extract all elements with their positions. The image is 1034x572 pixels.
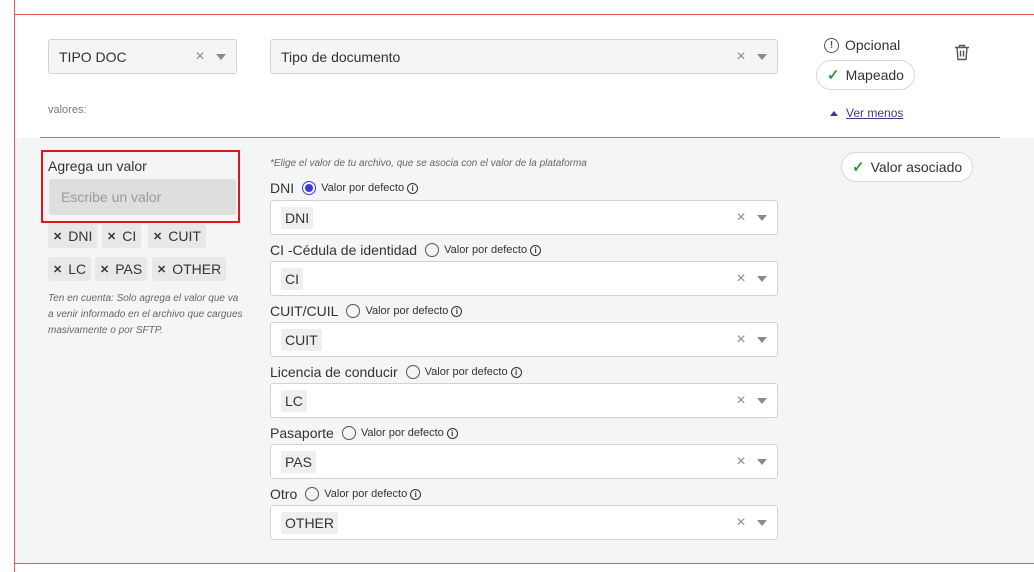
- optional-label: Opcional: [845, 37, 901, 53]
- selected-value: CI: [281, 267, 303, 290]
- see-less-link[interactable]: Ver menos: [830, 106, 903, 120]
- value-tag-label: DNI: [68, 228, 93, 244]
- file-value-select[interactable]: LC ×: [270, 383, 778, 418]
- platform-field-select[interactable]: Tipo de documento ×: [270, 39, 778, 74]
- chevron-down-icon[interactable]: [757, 336, 767, 343]
- close-icon[interactable]: ×: [731, 514, 751, 532]
- value-tag-label: LC: [68, 261, 87, 277]
- info-icon[interactable]: i: [410, 488, 422, 500]
- value-tag[interactable]: ✕ CI: [102, 224, 142, 248]
- close-icon[interactable]: ×: [731, 453, 751, 471]
- close-icon[interactable]: ✕: [157, 263, 166, 276]
- close-icon[interactable]: ×: [731, 331, 751, 349]
- default-radio[interactable]: [302, 181, 317, 195]
- default-radio[interactable]: [305, 487, 320, 501]
- platform-value-label: DNI: [270, 180, 295, 196]
- selected-value: OTHER: [281, 511, 338, 534]
- file-field-value: TIPO DOC: [59, 48, 127, 65]
- card-top-border: [14, 14, 1034, 15]
- default-radio[interactable]: [425, 243, 440, 257]
- info-icon[interactable]: i: [451, 305, 463, 317]
- chevron-down-icon[interactable]: [757, 397, 767, 404]
- close-icon[interactable]: ×: [731, 270, 751, 288]
- close-icon[interactable]: ×: [731, 209, 751, 227]
- default-radio[interactable]: [346, 304, 361, 318]
- file-value-select[interactable]: CUIT ×: [270, 322, 778, 357]
- value-tag[interactable]: ✕ CUIT: [148, 224, 206, 248]
- selected-value: LC: [281, 389, 307, 412]
- value-tag[interactable]: ✕ OTHER: [152, 257, 227, 281]
- chevron-down-icon[interactable]: [216, 53, 226, 60]
- close-icon[interactable]: ✕: [53, 230, 62, 243]
- association-row-label: Licencia de conducir Valor por defecto i: [270, 364, 522, 380]
- exclamation-circle-icon: !: [824, 37, 839, 53]
- association-instruction: *Elige el valor de tu archivo, que se as…: [270, 158, 587, 169]
- default-radio[interactable]: [405, 365, 420, 379]
- value-tag[interactable]: ✕ PAS: [95, 257, 148, 281]
- association-row-label: CUIT/CUIL Valor por defecto i: [270, 303, 463, 319]
- close-icon[interactable]: ✕: [153, 230, 162, 243]
- chevron-down-icon[interactable]: [757, 519, 767, 526]
- selected-value: CUIT: [281, 328, 322, 351]
- association-row-label: Pasaporte Valor por defecto i: [270, 425, 458, 441]
- chevron-down-icon[interactable]: [757, 458, 767, 465]
- info-icon[interactable]: i: [510, 366, 522, 378]
- info-icon[interactable]: i: [407, 182, 419, 194]
- value-tag-label: CI: [122, 228, 137, 244]
- value-tag-label: PAS: [115, 261, 143, 277]
- platform-value-label: Pasaporte: [270, 425, 334, 441]
- association-row-label: CI -Cédula de identidad Valor por defect…: [270, 242, 542, 258]
- add-value-note: Ten en cuenta: Solo agrega el valor que …: [48, 293, 243, 336]
- platform-value-label: CI -Cédula de identidad: [270, 242, 418, 258]
- card-bottom-border: [14, 563, 1034, 564]
- platform-value-label: Licencia de conducir: [270, 364, 398, 380]
- close-icon[interactable]: ×: [190, 48, 210, 66]
- file-value-select[interactable]: OTHER ×: [270, 505, 778, 540]
- check-icon: ✓: [827, 67, 840, 84]
- selected-value: PAS: [281, 450, 316, 473]
- default-label: Valor por defecto: [321, 182, 405, 194]
- associated-value-label: Valor asociado: [870, 159, 963, 175]
- mapped-badge: ✓ Mapeado: [816, 60, 915, 90]
- close-icon[interactable]: ✕: [107, 230, 116, 243]
- default-label: Valor por defecto: [424, 366, 508, 378]
- chevron-down-icon[interactable]: [757, 275, 767, 282]
- file-value-select[interactable]: CI ×: [270, 261, 778, 296]
- file-field-select[interactable]: TIPO DOC ×: [48, 39, 237, 74]
- association-row-label: Otro Valor por defecto i: [270, 486, 422, 502]
- values-label: valores:: [48, 104, 87, 116]
- file-value-select[interactable]: DNI ×: [270, 200, 778, 235]
- file-value-select[interactable]: PAS ×: [270, 444, 778, 479]
- associated-value-badge: ✓ Valor asociado: [841, 152, 974, 182]
- mapped-label: Mapeado: [845, 67, 904, 83]
- close-icon[interactable]: ×: [731, 48, 751, 66]
- see-less-label[interactable]: Ver menos: [846, 106, 903, 120]
- default-label: Valor por defecto: [324, 488, 408, 500]
- value-tag[interactable]: ✕ DNI: [48, 224, 98, 248]
- value-tag-label: OTHER: [172, 261, 222, 277]
- default-label: Valor por defecto: [365, 305, 449, 317]
- check-icon: ✓: [852, 159, 865, 176]
- selected-value: DNI: [281, 206, 314, 229]
- default-label: Valor por defecto: [360, 427, 444, 439]
- close-icon[interactable]: ✕: [100, 263, 109, 276]
- default-label: Valor por defecto: [444, 244, 528, 256]
- chevron-down-icon[interactable]: [757, 214, 767, 221]
- association-row-label: DNI Valor por defecto i: [270, 180, 419, 196]
- highlight-box: [41, 150, 240, 223]
- close-icon[interactable]: ✕: [53, 263, 62, 276]
- chevron-up-icon: [830, 110, 838, 116]
- trash-icon[interactable]: [954, 44, 970, 61]
- info-icon[interactable]: i: [446, 427, 458, 439]
- close-icon[interactable]: ×: [731, 392, 751, 410]
- chevron-down-icon[interactable]: [757, 53, 767, 60]
- platform-value-label: Otro: [270, 486, 298, 502]
- platform-value-label: CUIT/CUIL: [270, 303, 339, 319]
- platform-field-value: Tipo de documento: [281, 48, 401, 65]
- optional-indicator: ! Opcional: [824, 37, 900, 53]
- value-tag-label: CUIT: [168, 228, 201, 244]
- value-tag[interactable]: ✕ LC: [48, 257, 92, 281]
- default-radio[interactable]: [341, 426, 356, 440]
- info-icon[interactable]: i: [530, 244, 542, 256]
